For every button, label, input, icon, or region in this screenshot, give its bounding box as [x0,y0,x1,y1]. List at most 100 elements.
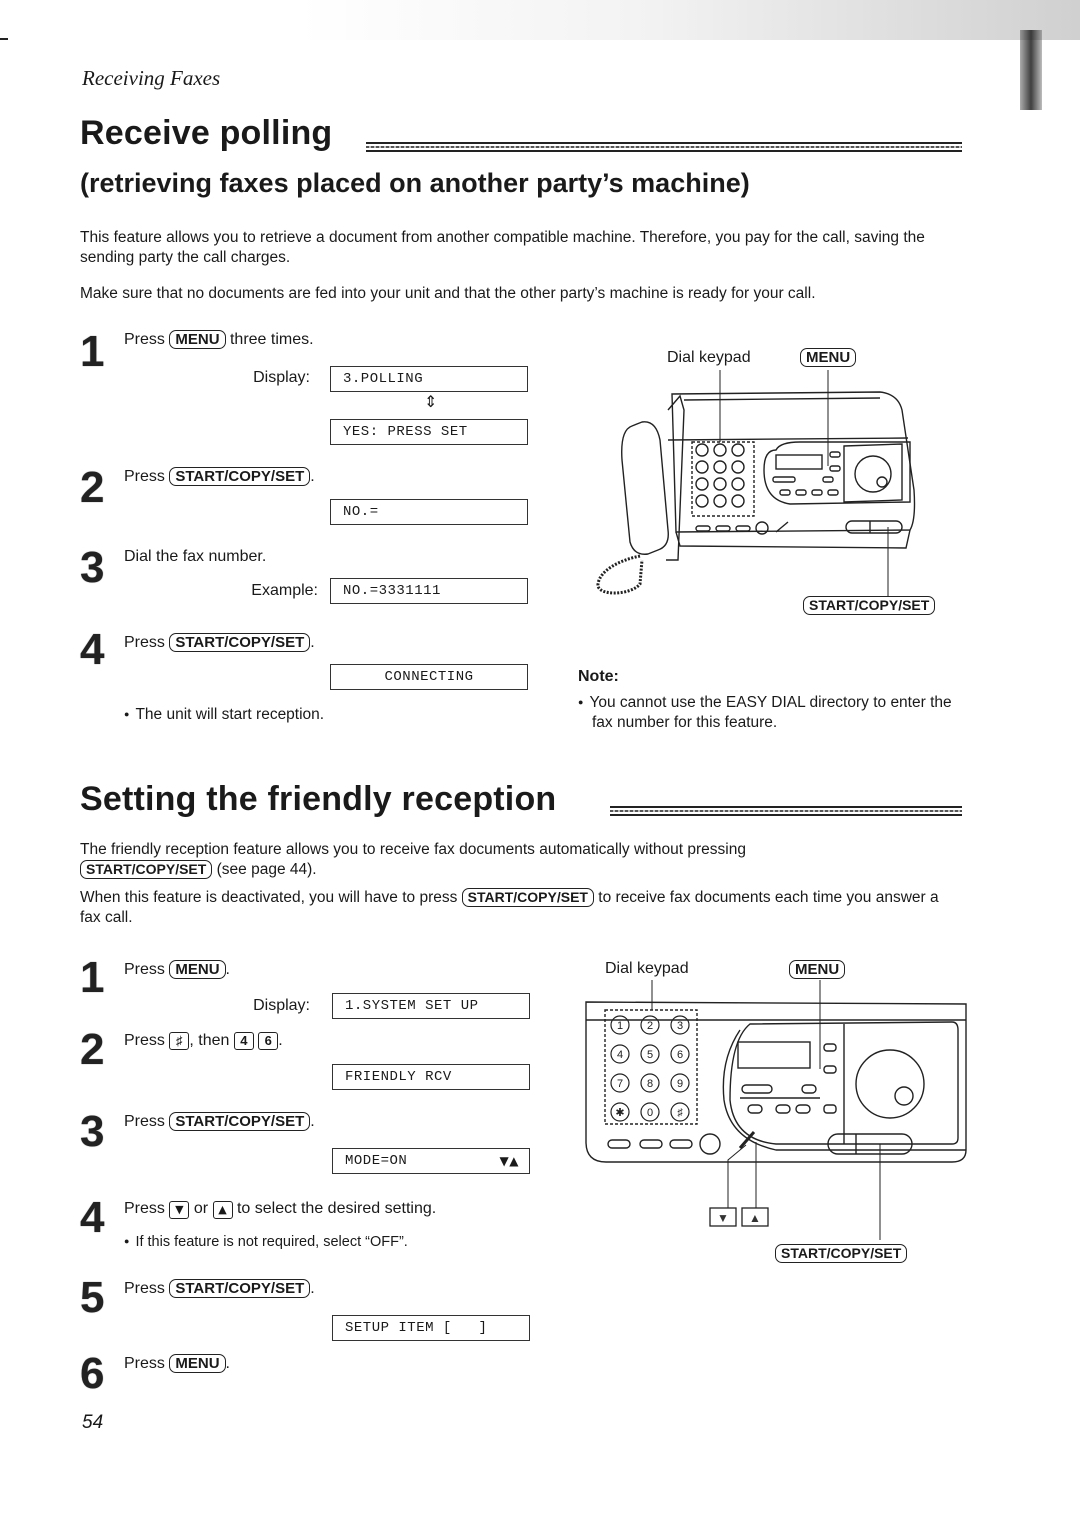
digit-4-key: 4 [233,1032,254,1050]
start-copy-set-key: START/COPY/SET [803,596,936,615]
scan-shadow [300,0,1080,40]
step-instruction: Press MENU. [124,960,230,980]
display-label: Display: [253,997,310,1014]
dial-keypad-label: Dial keypad [667,349,751,366]
start-copy-set-key: START/COPY/SET [461,888,594,907]
keypad-key-2: 2 [647,1020,653,1032]
start-copy-set-key: START/COPY/SET [169,633,311,652]
lcd-display: SETUP ITEM [ ] [332,1315,530,1341]
lcd-display: 3.POLLING [330,366,528,392]
step-text: Press [124,1113,165,1130]
step-instruction: Press START/COPY/SET. [124,633,315,653]
margin-mark [0,38,8,40]
lcd-display: NO.= [330,499,528,525]
step-text: to select the desired setting. [236,1200,437,1217]
keypad-key-0: 0 [647,1107,653,1119]
intro-paragraph: When this feature is deactivated, you wi… [80,888,960,928]
step-number: 1 [80,327,105,376]
step-text: , then [189,1032,230,1049]
step-number: 4 [80,1193,105,1242]
step-instruction: Dial the fax number. [124,548,267,565]
menu-key: MENU [789,960,846,979]
step-instruction: Press MENU. [124,1354,230,1374]
menu-key: MENU [800,348,857,367]
title-rule [610,806,962,816]
step-instruction: Press ♯, then 4 6. [124,1031,283,1051]
menu-key: MENU [169,960,226,979]
step-text: Press [124,634,165,651]
section-subtitle: (retrieving faxes placed on another part… [80,168,750,198]
section-label: Receiving Faxes [82,66,221,90]
lcd-display: CONNECTING [330,664,528,690]
up-key: ▲ [212,1201,233,1219]
intro-text: (see page 44). [216,861,317,878]
step-text: or [193,1200,209,1217]
step-number: 1 [80,953,105,1002]
start-copy-set-key: START/COPY/SET [169,1112,311,1131]
fax-machine-illustration [596,370,916,596]
keypad-key-6: 6 [677,1049,683,1061]
keypad-key-1: 1 [617,1020,623,1032]
step-text: Press [124,961,165,978]
lcd-display: MODE=ON ▼▲ [332,1148,530,1174]
keypad-key-8: 8 [647,1078,653,1090]
step-text: . [310,634,315,651]
bullet-note: The unit will start reception. [124,704,324,725]
step-text: Press [124,1355,165,1372]
section-title-friendly-reception: Setting the friendly reception [80,780,557,818]
keypad-key-5: 5 [647,1049,653,1061]
title-rule [366,142,962,152]
dial-keypad-label: Dial keypad [605,960,689,977]
lcd-text: MODE=ON [345,1153,408,1169]
menu-key: MENU [169,330,226,349]
step-instruction: Press START/COPY/SET. [124,467,315,487]
step-text: Press [124,331,165,348]
keypad-key-pound: ♯ [677,1107,683,1119]
step-instruction: Press ▼ or ▲ to select the desired setti… [124,1199,436,1219]
lcd-display: 1.SYSTEM SET UP [332,993,530,1019]
step-text: . [225,961,230,978]
section-title-receive-polling: Receive polling [80,114,333,152]
start-copy-set-key: START/COPY/SET [80,860,213,879]
step-text: Press [124,468,165,485]
step-instruction: Press MENU three times. [124,330,314,350]
intro-paragraph: This feature allows you to retrieve a do… [80,229,925,266]
menu-key: MENU [169,1354,226,1373]
toggle-arrow-icon: ⇕ [424,394,438,411]
intro-paragraph: The friendly reception feature allows yo… [80,840,960,880]
digit-6-key: 6 [258,1032,279,1050]
lcd-display: NO.=3331111 [330,578,528,604]
step-instruction: Press START/COPY/SET. [124,1279,315,1299]
step-text: . [310,1113,315,1130]
display-label: Example: [251,582,318,599]
step-text: . [225,1355,230,1372]
scroll-arrows-icon: ▼▲ [499,1154,519,1168]
step-number: 4 [80,625,105,674]
step-instruction: Press START/COPY/SET. [124,1112,315,1132]
step-text: three times. [229,331,314,348]
start-copy-set-key: START/COPY/SET [775,1244,908,1263]
control-panel-illustration: 1 2 3 4 5 6 7 8 9 ✱ 0 ♯ ▼ ▲ [585,980,967,1240]
intro-text: When this feature is deactivated, you wi… [80,889,458,906]
note-item: You cannot use the EASY DIAL directory t… [578,692,972,733]
display-label: Display: [253,369,310,386]
start-copy-set-key: START/COPY/SET [169,467,311,486]
step-text: Press [124,1280,165,1297]
step-text: . [310,468,315,485]
intro-paragraph: Make sure that no documents are fed into… [80,285,816,302]
keypad-key-4: 4 [617,1049,623,1061]
intro-text: The friendly reception feature allows yo… [80,841,746,858]
down-key: ▼ [169,1201,190,1219]
lcd-display: YES: PRESS SET [330,419,528,445]
keypad-key-3: 3 [677,1020,683,1032]
step-text: Press [124,1032,165,1049]
lcd-display: FRIENDLY RCV [332,1064,530,1090]
step-number: 6 [80,1349,105,1398]
step-number: 3 [80,543,105,592]
step-number: 2 [80,1025,105,1074]
note-title: Note: [578,668,619,685]
step-text: Press [124,1200,165,1217]
step-text: . [278,1032,283,1049]
keypad-key-7: 7 [617,1078,623,1090]
step-number: 3 [80,1107,105,1156]
